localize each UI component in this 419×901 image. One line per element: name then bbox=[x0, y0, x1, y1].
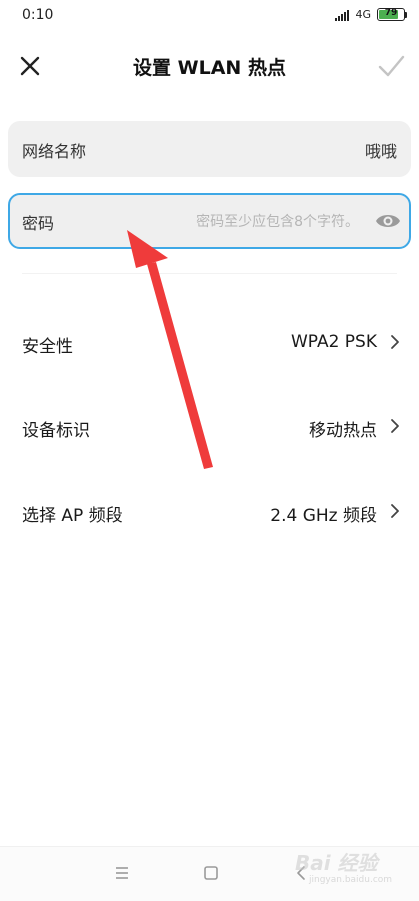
baidu-watermark: Bai 经验 jingyan.baidu.com bbox=[295, 845, 405, 893]
password-label: 密码 bbox=[22, 214, 55, 233]
password-input[interactable] bbox=[100, 207, 361, 237]
status-bar: 0:10 4G 79 bbox=[0, 0, 419, 32]
network-name-value: 哦哦 bbox=[364, 142, 397, 161]
device-id-label: 设备标识 bbox=[22, 421, 90, 441]
battery-level: 79 bbox=[384, 8, 398, 18]
section-divider bbox=[22, 273, 397, 274]
status-icons: 4G 79 bbox=[335, 8, 407, 21]
watermark-sub: jingyan.baidu.com bbox=[309, 875, 393, 885]
network-type: 4G bbox=[355, 8, 371, 21]
device-id-row[interactable]: 设备标识 移动热点 bbox=[0, 398, 419, 454]
title-bar: 设置 WLAN 热点 bbox=[0, 40, 419, 92]
device-id-value: 移动热点 bbox=[309, 421, 377, 441]
check-icon bbox=[378, 55, 405, 77]
status-time: 0:10 bbox=[22, 7, 54, 23]
chevron-right-icon bbox=[391, 504, 399, 518]
page-title: 设置 WLAN 热点 bbox=[133, 57, 286, 79]
network-name-label: 网络名称 bbox=[22, 142, 87, 161]
battery-icon: 79 bbox=[377, 8, 405, 21]
ap-band-label: 选择 AP 频段 bbox=[22, 506, 123, 526]
security-label: 安全性 bbox=[22, 337, 73, 357]
eye-icon bbox=[376, 215, 400, 227]
ap-band-row[interactable]: 选择 AP 频段 2.4 GHz 频段 bbox=[0, 483, 419, 539]
password-field[interactable]: 密码 bbox=[8, 193, 411, 249]
battery-tip bbox=[405, 11, 407, 18]
chevron-right-icon bbox=[391, 419, 399, 433]
home-icon[interactable] bbox=[202, 864, 220, 882]
security-row[interactable]: 安全性 WPA2 PSK bbox=[0, 314, 419, 370]
watermark-main: Bai 经验 bbox=[295, 851, 378, 875]
toggle-password-visibility-button[interactable] bbox=[375, 209, 401, 233]
security-value: WPA2 PSK bbox=[290, 332, 377, 352]
menu-icon[interactable] bbox=[112, 864, 132, 882]
confirm-button[interactable] bbox=[375, 50, 407, 82]
signal-strength-icon bbox=[335, 9, 350, 21]
chevron-right-icon bbox=[391, 335, 399, 349]
network-name-field[interactable]: 网络名称 哦哦 bbox=[8, 121, 411, 177]
ap-band-value: 2.4 GHz 频段 bbox=[270, 506, 377, 526]
